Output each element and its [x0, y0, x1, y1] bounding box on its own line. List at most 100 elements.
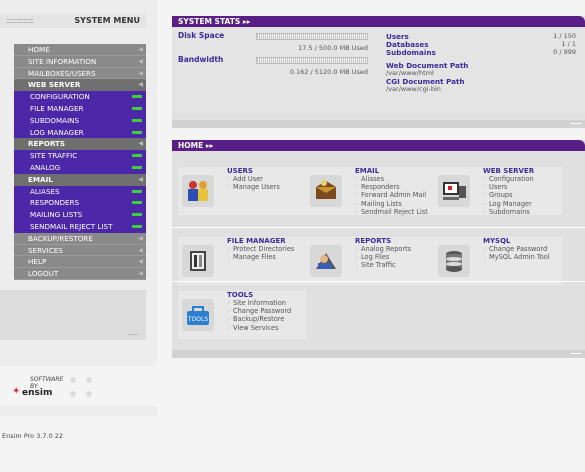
- home-card-title[interactable]: TOOLS: [227, 291, 253, 299]
- sidebar-item-analog[interactable]: ANALOG: [14, 161, 146, 174]
- users-icon[interactable]: [182, 175, 214, 207]
- home-card-link[interactable]: Users: [483, 183, 534, 191]
- sidebar-item-label: WEB SERVER: [28, 80, 81, 90]
- sidebar-item-home[interactable]: HOME ◀: [14, 44, 146, 56]
- home-card-link[interactable]: Subdomains: [483, 208, 534, 216]
- home-card-link[interactable]: Log Manager: [483, 200, 534, 208]
- active-indicator-icon: [132, 95, 142, 99]
- main-area: SYSTEM STATS ▸▸ Disk Space 17.5 / 500.0 …: [164, 0, 585, 472]
- sidebar-item-services[interactable]: SERVICES ◀: [14, 244, 146, 257]
- bandwidth-label: Bandwidth: [178, 55, 224, 64]
- sidebar-item-configuration[interactable]: CONFIGURATION: [14, 91, 146, 103]
- logo-name: ensim: [22, 388, 53, 398]
- system-stats-footer: [172, 120, 585, 128]
- row-separator: [172, 281, 585, 282]
- sidebar-item-label: BACKUP/RESTORE: [28, 233, 93, 243]
- home-card-title[interactable]: WEB SERVER: [483, 167, 534, 175]
- home-card-link[interactable]: Manage Files: [227, 253, 294, 261]
- home-card-link[interactable]: Groups: [483, 191, 534, 199]
- active-indicator-icon: [132, 130, 142, 134]
- sidebar-item-log-manager[interactable]: LOG MANAGER: [14, 126, 146, 139]
- home-card-link[interactable]: Log Files: [355, 253, 411, 261]
- home-card-reports: REPORTSAnalog ReportsLog FilesSite Traff…: [306, 237, 434, 285]
- menu-footer: [0, 290, 146, 340]
- active-indicator-icon: [132, 213, 142, 217]
- home-card-link[interactable]: Add User: [227, 175, 280, 183]
- sidebar-item-label: EMAIL: [28, 174, 53, 184]
- home-card-link[interactable]: Change Password: [483, 245, 550, 253]
- tools-icon[interactable]: TOOLS: [182, 299, 214, 331]
- file-manager-icon[interactable]: [182, 245, 214, 277]
- sidebar-item-responders[interactable]: RESPONDERS: [14, 197, 146, 210]
- active-indicator-icon: [132, 154, 142, 158]
- sidebar-item-web-server: WEB SERVER ◀: [14, 79, 146, 92]
- system-menu-title: SYSTEM MENU: [74, 16, 140, 25]
- home-card-link[interactable]: Mailing Lists: [355, 200, 428, 208]
- home-card-links: Site InformationChange PasswordBackup/Re…: [227, 299, 291, 332]
- sidebar-item-mailing-lists[interactable]: MAILING LISTS: [14, 209, 146, 221]
- logo-dot-icon: [86, 377, 92, 383]
- home-card-title[interactable]: EMAIL: [355, 167, 379, 175]
- sidebar-item-label: HOME: [28, 45, 50, 54]
- footer-line: [571, 353, 581, 354]
- sidebar-item-logout[interactable]: LOGOUT ◀: [14, 268, 146, 280]
- sidebar-item-site-information[interactable]: SITE INFORMATION ◀: [14, 55, 146, 68]
- home-card-link[interactable]: Protect Directories: [227, 245, 294, 253]
- email-icon[interactable]: [310, 175, 342, 207]
- home-card-title[interactable]: FILE MANAGER: [227, 237, 286, 245]
- home-card-link[interactable]: Change Password: [227, 307, 291, 315]
- home-card-title[interactable]: REPORTS: [355, 237, 391, 245]
- home-card-link[interactable]: Sendmail Reject List: [355, 208, 428, 216]
- svg-text:TOOLS: TOOLS: [187, 316, 208, 323]
- home-card-links: Change PasswordMySQL Admin Tool: [483, 245, 550, 261]
- menu-footer-line: [128, 334, 138, 335]
- home-card-link[interactable]: Analog Reports: [355, 245, 411, 253]
- sidebar-item-backup-restore[interactable]: BACKUP/RESTORE ◀: [14, 232, 146, 245]
- row-separator: [172, 227, 585, 228]
- home-card-link[interactable]: Aliases: [355, 175, 428, 183]
- home-card-title[interactable]: USERS: [227, 167, 253, 175]
- users-count-value: 1 / 150: [553, 32, 576, 40]
- disk-space-label: Disk Space: [178, 31, 225, 40]
- home-card-users: USERSAdd UserManage Users: [178, 167, 306, 215]
- chevron-left-icon: ◀: [138, 246, 143, 254]
- home-card-link[interactable]: Backup/Restore: [227, 315, 291, 323]
- disk-space-value: 17.5 / 500.0 MB Used: [298, 44, 368, 52]
- logo-dot-icon: [70, 377, 76, 383]
- sidebar-item-file-manager[interactable]: FILE MANAGER: [14, 102, 146, 115]
- home-card-link[interactable]: Site Information: [227, 299, 291, 307]
- home-card-title[interactable]: MYSQL: [483, 237, 511, 245]
- chevron-left-icon: ◀: [138, 69, 143, 77]
- mysql-icon[interactable]: [438, 245, 470, 277]
- sidebar-item-mailboxes-users[interactable]: MAILBOXES/USERS ◀: [14, 67, 146, 80]
- web-server-icon[interactable]: [438, 175, 470, 207]
- home-card-link[interactable]: Configuration: [483, 175, 534, 183]
- home-shortcut-grid: USERSAdd UserManage Users EMAILAliasesRes…: [172, 157, 585, 353]
- home-card-link[interactable]: View Services: [227, 324, 291, 332]
- sidebar-item-label: MAILING LISTS: [30, 210, 83, 220]
- home-card-link[interactable]: MySQL Admin Tool: [483, 253, 550, 261]
- system-menu: HOME ◀ SITE INFORMATION ◀ MAILBOXES/USERS ◀ WE…: [14, 44, 146, 280]
- home-card-link[interactable]: Manage Users: [227, 183, 280, 191]
- home-card-link[interactable]: Responders: [355, 183, 428, 191]
- cgi-document-path-value: /var/www/cgi-bin: [386, 85, 441, 93]
- home-card-link[interactable]: Forward Admin Mail: [355, 191, 428, 199]
- sidebar-item-label: SENDMAIL REJECT LIST: [30, 221, 113, 231]
- home-card-mysql: MYSQLChange PasswordMySQL Admin Tool: [434, 237, 562, 285]
- sidebar-item-reports: REPORTS ◀: [14, 138, 146, 151]
- sidebar-item-sendmail-reject-list[interactable]: SENDMAIL REJECT LIST: [14, 220, 146, 233]
- sidebar-item-aliases[interactable]: ALIASES: [14, 185, 146, 198]
- sidebar-item-label: SITE INFORMATION: [28, 56, 97, 66]
- sidebar-item-site-traffic[interactable]: SITE TRAFFIC: [14, 150, 146, 162]
- chevron-left-icon: ◀: [138, 81, 143, 89]
- chevron-left-icon: ◀: [138, 57, 143, 65]
- reports-icon[interactable]: [310, 245, 342, 277]
- sidebar-item-subdomains[interactable]: SUBDOMAINS: [14, 114, 146, 127]
- sidebar-item-help[interactable]: HELP ◀: [14, 256, 146, 269]
- sidebar-item-label: CONFIGURATION: [30, 92, 90, 102]
- chevron-left-icon: ◀: [138, 140, 143, 148]
- sidebar-item-label: SERVICES: [28, 245, 63, 255]
- sidebar-item-label: RESPONDERS: [30, 198, 80, 208]
- home-card-link[interactable]: Site Traffic: [355, 261, 411, 269]
- active-indicator-icon: [132, 224, 142, 228]
